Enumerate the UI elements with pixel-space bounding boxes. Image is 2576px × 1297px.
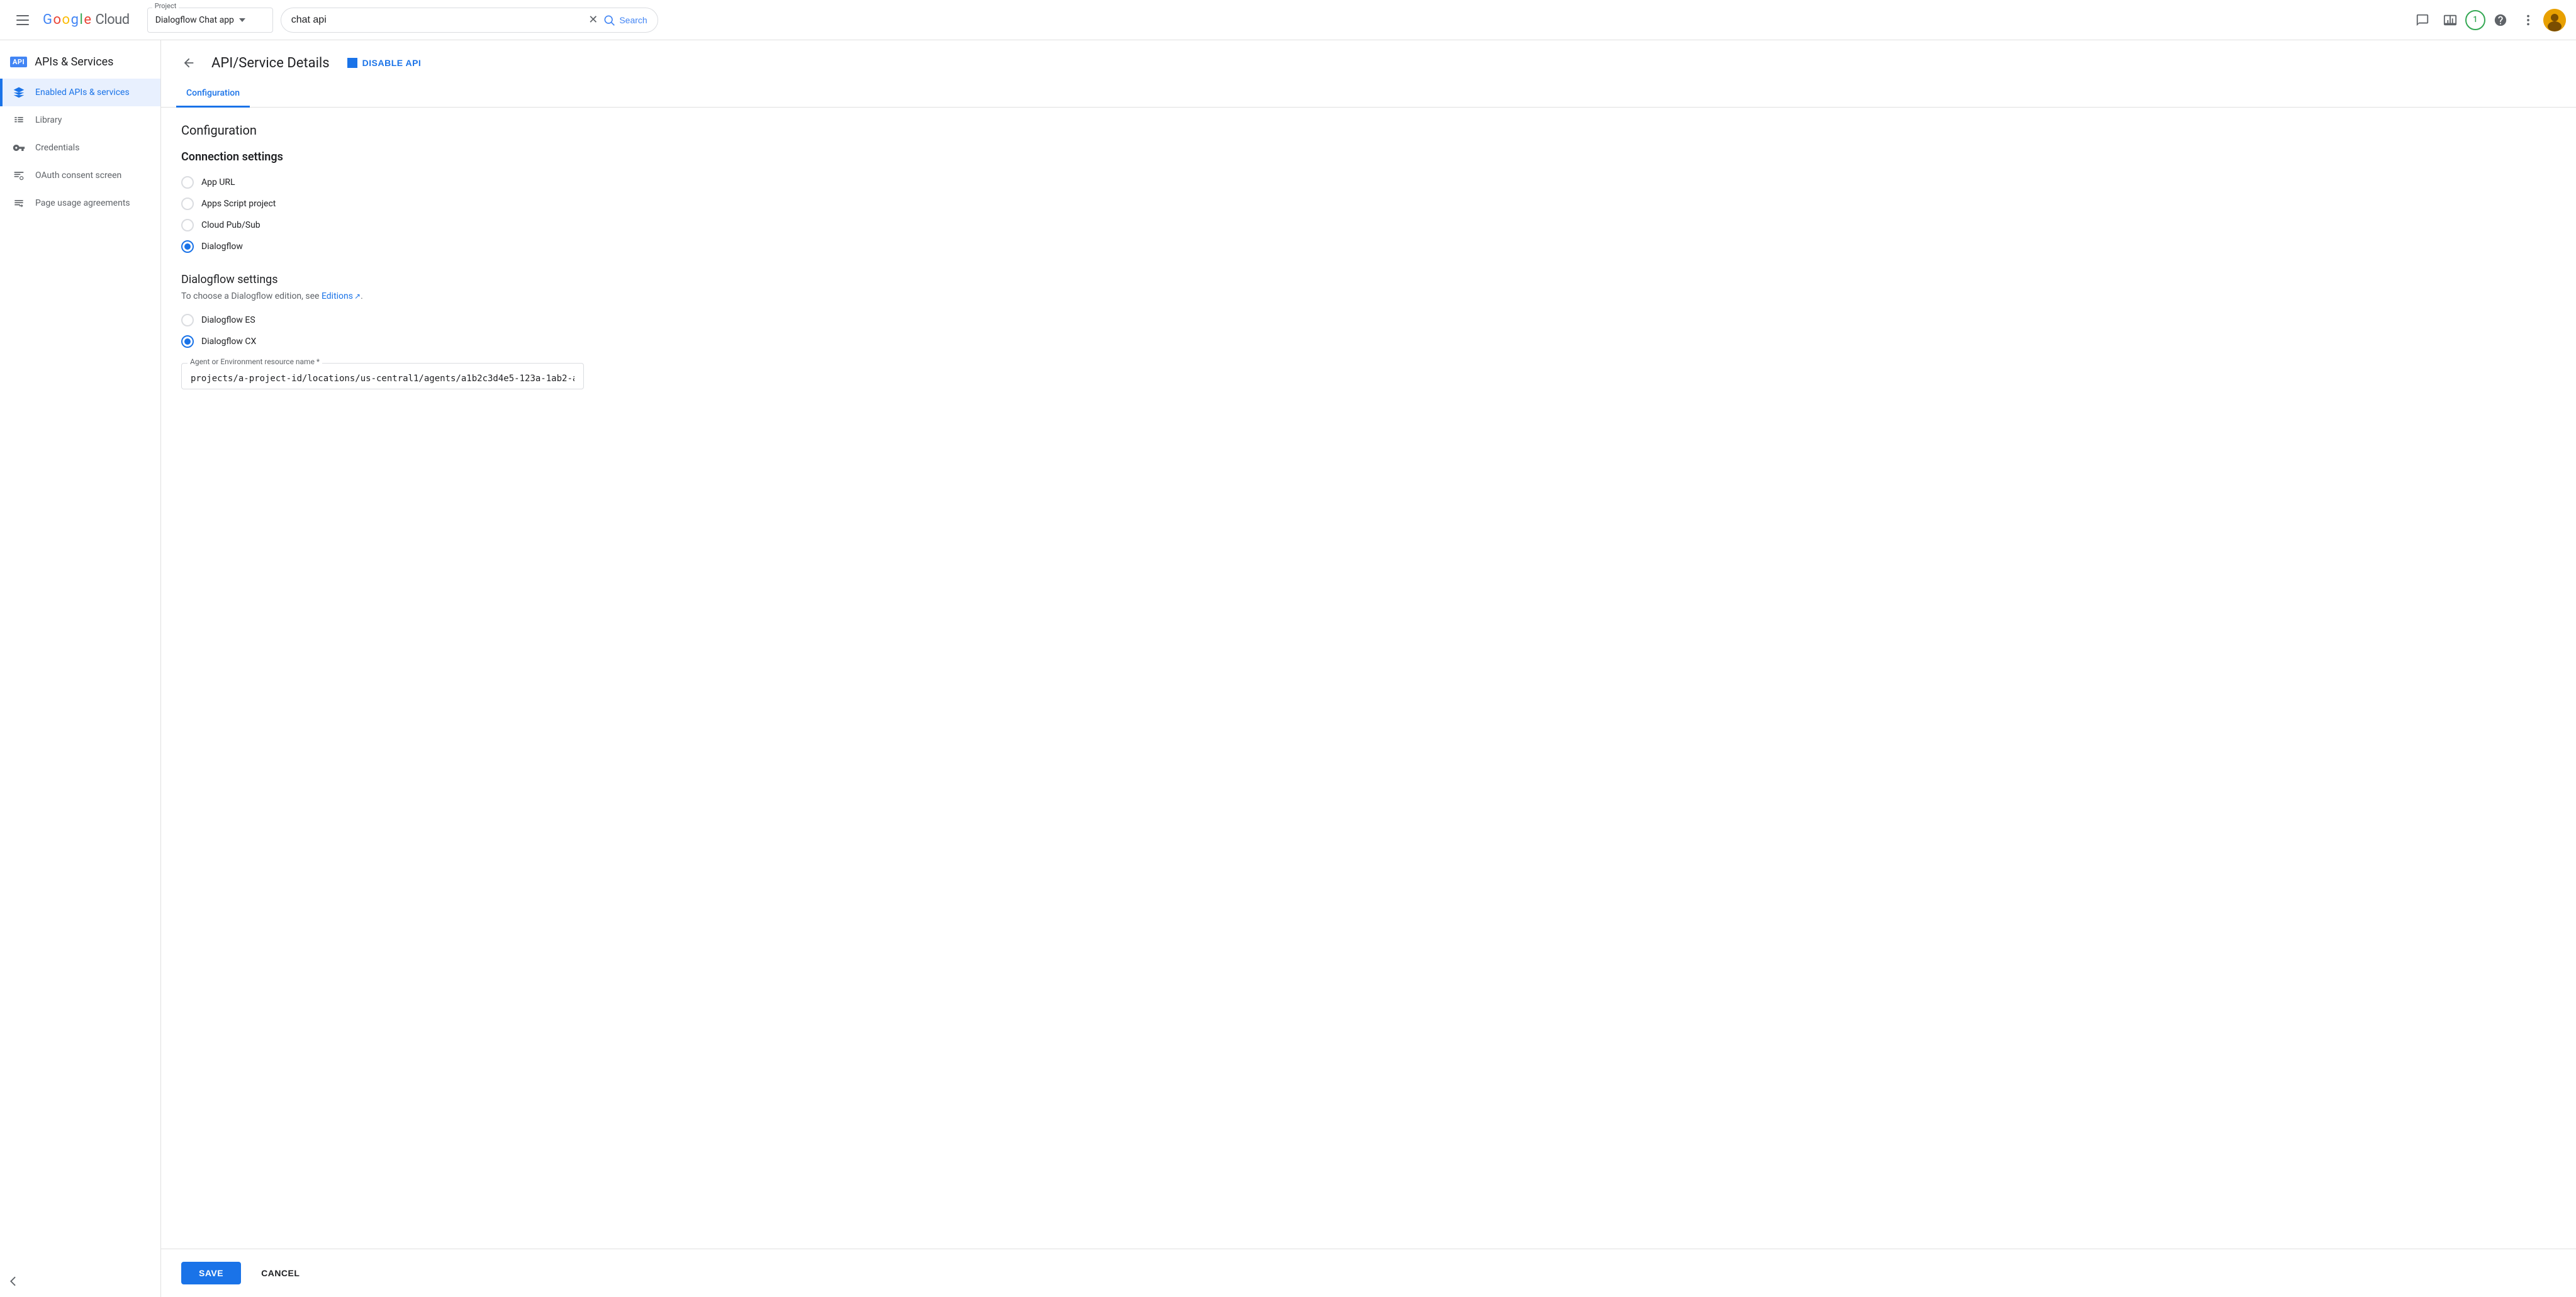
dialogflow-settings: Dialogflow settings To choose a Dialogfl… bbox=[181, 273, 2556, 389]
radio-dialogflow-cx[interactable]: Dialogflow CX bbox=[181, 335, 2556, 348]
radio-dialogflow-cx-outer bbox=[181, 335, 194, 348]
tabs: Configuration bbox=[161, 81, 2576, 108]
oauth-consent-icon bbox=[13, 169, 25, 182]
radio-dialogflow-es-label: Dialogflow ES bbox=[201, 315, 255, 325]
layout: API APIs & Services Enabled APIs & servi… bbox=[0, 40, 2576, 1297]
more-vert-icon-button[interactable] bbox=[2516, 8, 2541, 33]
project-selector[interactable]: Project Dialogflow Chat app bbox=[147, 8, 273, 33]
google-cloud-logo: Google Cloud bbox=[43, 12, 130, 28]
radio-apps-script-outer bbox=[181, 198, 194, 210]
radio-dialogflow-cx-label: Dialogflow CX bbox=[201, 337, 256, 347]
connection-settings: Connection settings App URL Apps Script … bbox=[181, 150, 2556, 253]
radio-dialogflow-outer bbox=[181, 240, 194, 253]
api-badge: API bbox=[10, 57, 27, 67]
user-avatar[interactable] bbox=[2543, 9, 2566, 31]
save-button[interactable]: SAVE bbox=[181, 1262, 241, 1284]
editions-link[interactable]: Editions↗ bbox=[322, 291, 361, 301]
project-name: Dialogflow Chat app bbox=[155, 15, 234, 25]
agent-resource-field-label: Agent or Environment resource name * bbox=[188, 357, 322, 366]
search-label: Search bbox=[619, 15, 647, 25]
disable-icon bbox=[347, 58, 357, 68]
connection-settings-title: Connection settings bbox=[181, 150, 2556, 164]
section-title: Configuration bbox=[181, 123, 2556, 138]
back-button[interactable] bbox=[176, 50, 201, 75]
content-area: Configuration Connection settings App UR… bbox=[161, 108, 2576, 1249]
agent-resource-field-wrap: Agent or Environment resource name * bbox=[181, 363, 584, 389]
sidebar-item-credentials-label: Credentials bbox=[35, 143, 79, 153]
dialogflow-desc-post: . bbox=[361, 291, 363, 301]
topbar-actions: 1 bbox=[2410, 8, 2566, 33]
sidebar-item-library-label: Library bbox=[35, 115, 62, 125]
sidebar-item-enabled-apis-label: Enabled APIs & services bbox=[35, 87, 130, 97]
tab-configuration-label: Configuration bbox=[186, 88, 240, 98]
sidebar-item-oauth-consent[interactable]: OAuth consent screen bbox=[0, 162, 160, 189]
project-label: Project bbox=[152, 2, 179, 10]
notification-badge[interactable]: 1 bbox=[2465, 10, 2485, 30]
dialogflow-desc-pre: To choose a Dialogflow edition, see bbox=[181, 291, 322, 301]
sidebar-item-library[interactable]: Library bbox=[0, 106, 160, 134]
page-title: API/Service Details bbox=[211, 55, 330, 71]
sidebar-title: APIs & Services bbox=[35, 55, 113, 69]
tab-configuration[interactable]: Configuration bbox=[176, 81, 250, 108]
notification-count: 1 bbox=[2473, 15, 2477, 25]
sidebar-nav: Enabled APIs & services Library Credenti… bbox=[0, 79, 160, 1266]
chevron-down-icon bbox=[239, 18, 245, 22]
radio-apps-script[interactable]: Apps Script project bbox=[181, 198, 2556, 210]
collapse-sidebar-button[interactable] bbox=[10, 1276, 150, 1287]
sidebar-item-page-usage-label: Page usage agreements bbox=[35, 198, 130, 208]
radio-app-url-outer bbox=[181, 176, 194, 189]
hamburger-line-3 bbox=[16, 24, 29, 25]
action-bar: SAVE CANCEL bbox=[161, 1249, 2576, 1297]
enabled-apis-icon bbox=[13, 86, 25, 99]
radio-dialogflow-es[interactable]: Dialogflow ES bbox=[181, 314, 2556, 326]
page-header: API/Service Details DISABLE API bbox=[161, 40, 2576, 75]
radio-cloud-pub-sub-outer bbox=[181, 219, 194, 231]
disable-api-label: DISABLE API bbox=[362, 58, 422, 68]
library-icon bbox=[13, 114, 25, 126]
help-icon-button[interactable] bbox=[2488, 8, 2513, 33]
radio-apps-script-label: Apps Script project bbox=[201, 199, 276, 209]
credentials-icon bbox=[13, 142, 25, 154]
search-bar: ✕ Search bbox=[281, 8, 658, 33]
sidebar-item-oauth-consent-label: OAuth consent screen bbox=[35, 170, 121, 181]
radio-app-url[interactable]: App URL bbox=[181, 176, 2556, 189]
radio-dialogflow-inner bbox=[184, 243, 191, 250]
dialogflow-settings-title: Dialogflow settings bbox=[181, 273, 2556, 286]
search-button[interactable]: Search bbox=[603, 14, 647, 26]
search-input[interactable] bbox=[291, 14, 584, 26]
page-usage-icon bbox=[13, 197, 25, 209]
main-content: API/Service Details DISABLE API Configur… bbox=[161, 40, 2576, 1297]
hamburger-menu-button[interactable] bbox=[10, 8, 35, 33]
cancel-button[interactable]: CANCEL bbox=[251, 1262, 310, 1284]
radio-app-url-label: App URL bbox=[201, 177, 235, 187]
radio-cloud-pub-sub[interactable]: Cloud Pub/Sub bbox=[181, 219, 2556, 231]
radio-dialogflow-es-outer bbox=[181, 314, 194, 326]
hamburger-line-1 bbox=[16, 15, 29, 16]
connection-radio-group: App URL Apps Script project Cloud Pub/Su… bbox=[181, 176, 2556, 253]
hamburger-line-2 bbox=[16, 19, 29, 21]
sidebar-item-page-usage[interactable]: Page usage agreements bbox=[0, 189, 160, 217]
external-link-icon: ↗ bbox=[354, 292, 361, 301]
sidebar-item-credentials[interactable]: Credentials bbox=[0, 134, 160, 162]
radio-dialogflow[interactable]: Dialogflow bbox=[181, 240, 2556, 253]
monitor-icon-button[interactable] bbox=[2438, 8, 2463, 33]
disable-api-button[interactable]: DISABLE API bbox=[340, 53, 429, 73]
dialogflow-radio-group: Dialogflow ES Dialogflow CX bbox=[181, 314, 2556, 348]
dialogflow-settings-desc: To choose a Dialogflow edition, see Edit… bbox=[181, 291, 2556, 301]
topbar: Google Cloud Project Dialogflow Chat app… bbox=[0, 0, 2576, 40]
chat-icon-button[interactable] bbox=[2410, 8, 2435, 33]
radio-dialogflow-label: Dialogflow bbox=[201, 242, 243, 252]
sidebar: API APIs & Services Enabled APIs & servi… bbox=[0, 40, 161, 1297]
radio-cloud-pub-sub-label: Cloud Pub/Sub bbox=[201, 220, 260, 230]
sidebar-header: API APIs & Services bbox=[0, 48, 160, 79]
search-clear-button[interactable]: ✕ bbox=[588, 13, 598, 26]
sidebar-item-enabled-apis[interactable]: Enabled APIs & services bbox=[0, 79, 160, 106]
radio-dialogflow-cx-inner bbox=[184, 338, 191, 345]
search-icon bbox=[603, 14, 615, 26]
sidebar-footer bbox=[0, 1266, 160, 1297]
agent-resource-field[interactable] bbox=[181, 363, 584, 389]
